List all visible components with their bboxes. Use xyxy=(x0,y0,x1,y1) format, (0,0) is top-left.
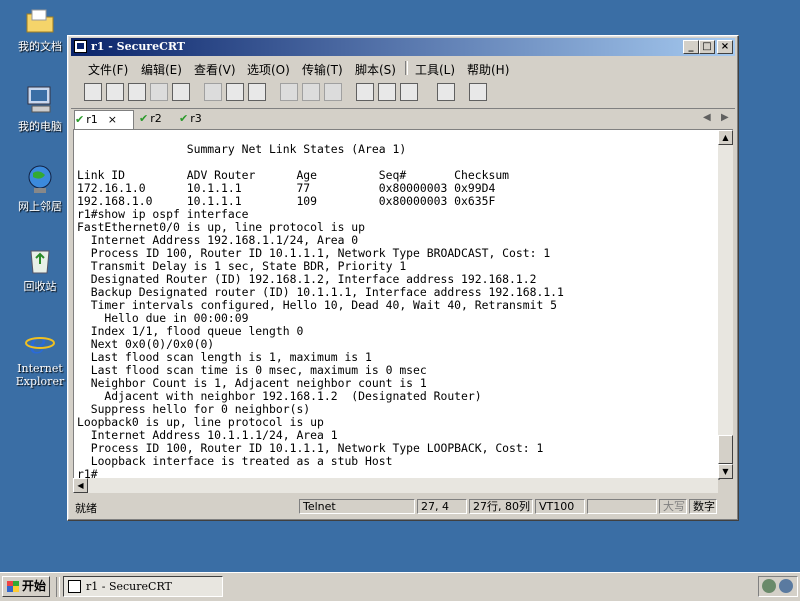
taskbar-item-label: r1 - SecureCRT xyxy=(86,580,172,593)
about-icon[interactable] xyxy=(469,83,487,101)
window-title: r1 - SecureCRT xyxy=(91,40,185,53)
securecrt-app-icon xyxy=(68,580,81,593)
menu-help[interactable]: 帮助(H) xyxy=(467,61,509,78)
desktop-icon-label: Internet Explorer xyxy=(15,362,65,388)
ie-icon: e xyxy=(24,326,56,361)
start-label: 开始 xyxy=(22,579,47,593)
menu-bar: 文件(F) 编辑(E) 查看(V) 选项(O) 传输(T) 脚本(S) 工具(L… xyxy=(71,58,735,78)
maximize-button[interactable]: □ xyxy=(699,40,715,54)
global-options-icon[interactable] xyxy=(378,83,396,101)
status-caps-lock: 大写 xyxy=(659,499,687,514)
taskbar-separator xyxy=(56,577,60,597)
menu-file[interactable]: 文件(F) xyxy=(88,61,128,78)
desktop-icon-label: 我的电脑 xyxy=(18,120,62,133)
tab-close-icon[interactable]: × xyxy=(108,113,117,126)
computer-icon xyxy=(24,84,56,116)
desktop-icon-my-documents[interactable]: 我的文档 xyxy=(8,4,72,53)
menu-view[interactable]: 查看(V) xyxy=(194,61,236,78)
connected-check-icon: ✔ xyxy=(139,112,149,125)
reconnect-icon[interactable] xyxy=(150,83,168,101)
find-icon[interactable] xyxy=(248,83,266,101)
tab-scroll-right-icon[interactable]: ▶ xyxy=(721,112,729,123)
title-bar[interactable]: r1 - SecureCRT _ □ × xyxy=(71,38,735,56)
session-options-icon[interactable] xyxy=(356,83,374,101)
status-emulation: VT100 xyxy=(535,499,585,514)
session-tab-bar: ✔ r1 × ✔ r2 ✔ r3 ◀ ▶ xyxy=(71,108,735,129)
scroll-left-icon[interactable]: ◀ xyxy=(73,478,88,493)
menu-tools[interactable]: 工具(L) xyxy=(415,61,455,78)
quick-connect-icon[interactable] xyxy=(106,83,124,101)
help-icon[interactable] xyxy=(437,83,455,101)
desktop-icon-label: 回收站 xyxy=(23,280,57,293)
desktop-icon-label: 网上邻居 xyxy=(18,200,62,213)
windows-flag-icon xyxy=(7,581,19,592)
tab-scroll-left-icon[interactable]: ◀ xyxy=(703,112,711,123)
system-tray xyxy=(758,576,798,597)
horizontal-scrollbar[interactable]: ◀ xyxy=(73,478,718,493)
tab-label: r2 xyxy=(150,112,162,125)
tab-label: r3 xyxy=(190,112,202,125)
scroll-up-icon[interactable]: ▲ xyxy=(718,130,733,145)
print-setup-icon[interactable] xyxy=(280,83,298,101)
status-terminal-size: 27行, 80列 xyxy=(469,499,533,514)
status-bar: 就绪 Telnet 27, 4 27行, 80列 VT100 大写 数字 xyxy=(71,497,735,516)
status-protocol: Telnet xyxy=(299,499,415,514)
toolbar xyxy=(71,80,735,106)
copy-icon[interactable] xyxy=(204,83,222,101)
tab-r1[interactable]: ✔ r1 × xyxy=(74,110,134,129)
close-button[interactable]: × xyxy=(717,40,733,54)
menu-transfer[interactable]: 传输(T) xyxy=(302,61,343,78)
vertical-scrollbar[interactable]: ▲ ▼ xyxy=(718,129,733,479)
connect-icon[interactable] xyxy=(84,83,102,101)
menu-script[interactable]: 脚本(S) xyxy=(355,61,396,78)
menu-separator xyxy=(405,61,408,75)
start-button[interactable]: 开始 xyxy=(2,576,50,597)
connect-tab-icon[interactable] xyxy=(128,83,146,101)
desktop-icon-internet-explorer[interactable]: e Internet Explorer xyxy=(8,326,72,388)
tray-network-icon[interactable] xyxy=(762,579,776,593)
menu-options[interactable]: 选项(O) xyxy=(247,61,290,78)
desktop-icon-recycle-bin[interactable]: 回收站 xyxy=(8,244,72,293)
menu-edit[interactable]: 编辑(E) xyxy=(141,61,182,78)
desktop-icon-my-computer[interactable]: 我的电脑 xyxy=(8,84,72,133)
terminal-output[interactable]: Summary Net Link States (Area 1) Link ID… xyxy=(73,129,720,480)
scroll-down-icon[interactable]: ▼ xyxy=(718,464,733,479)
keymap-icon[interactable] xyxy=(400,83,418,101)
tab-r3[interactable]: ✔ r3 xyxy=(179,110,202,128)
status-cursor-position: 27, 4 xyxy=(417,499,467,514)
disconnect-icon[interactable] xyxy=(172,83,190,101)
minimize-button[interactable]: _ xyxy=(683,40,699,54)
folder-icon xyxy=(24,4,56,36)
recycle-bin-icon xyxy=(24,244,56,276)
taskbar-item-securecrt[interactable]: r1 - SecureCRT xyxy=(63,576,223,597)
svg-text:e: e xyxy=(29,326,47,358)
terminal-text: Summary Net Link States (Area 1) Link ID… xyxy=(77,142,564,480)
status-ready: 就绪 xyxy=(75,502,97,515)
network-icon xyxy=(24,164,56,196)
desktop-icon-network[interactable]: 网上邻居 xyxy=(8,164,72,213)
status-num-lock: 数字 xyxy=(689,499,717,514)
tray-volume-icon[interactable] xyxy=(779,579,793,593)
securecrt-window: r1 - SecureCRT _ □ × 文件(F) 编辑(E) 查看(V) 选… xyxy=(67,35,739,521)
connected-check-icon: ✔ xyxy=(75,113,85,126)
connected-check-icon: ✔ xyxy=(179,112,189,125)
tab-label: r1 xyxy=(86,113,98,126)
tab-r2[interactable]: ✔ r2 xyxy=(139,110,162,128)
desktop-icon-label: 我的文档 xyxy=(18,40,62,53)
taskbar: 开始 r1 - SecureCRT xyxy=(0,572,800,601)
print-selection-icon[interactable] xyxy=(302,83,320,101)
securecrt-app-icon xyxy=(74,40,87,53)
status-empty-panel xyxy=(587,499,657,514)
print-icon[interactable] xyxy=(324,83,342,101)
scroll-thumb[interactable] xyxy=(718,435,733,464)
paste-icon[interactable] xyxy=(226,83,244,101)
